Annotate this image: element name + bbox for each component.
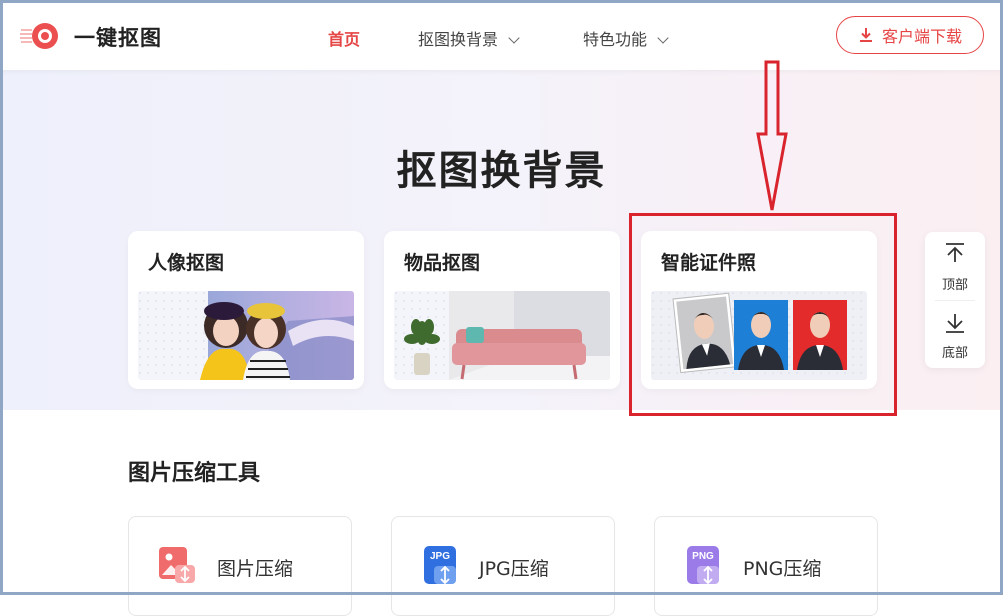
nav-home[interactable]: 首页 bbox=[328, 26, 360, 50]
scroll-bottom-button[interactable]: 底部 bbox=[925, 300, 985, 368]
scroll-top-button[interactable]: 顶部 bbox=[925, 232, 985, 300]
tool-label: 图片压缩 bbox=[217, 558, 294, 580]
tool-card-image-compress[interactable]: 图片压缩 bbox=[128, 516, 352, 616]
card-portrait-cutout[interactable]: 人像抠图 bbox=[128, 231, 364, 389]
card-title: 人像抠图 bbox=[148, 252, 225, 274]
client-download-button[interactable]: 客户端下载 bbox=[836, 16, 984, 54]
page-title: 抠图换背景 bbox=[396, 148, 607, 194]
png-file-icon: PNG bbox=[687, 546, 719, 585]
nav-label: 特色功能 bbox=[583, 30, 648, 49]
chevron-down-icon bbox=[508, 32, 520, 44]
tool-label: JPG压缩 bbox=[479, 558, 549, 580]
jpg-file-icon: JPG bbox=[424, 546, 456, 585]
nav-cutout-background[interactable]: 抠图换背景 bbox=[418, 26, 520, 50]
card-title: 物品抠图 bbox=[404, 252, 481, 274]
nav-special-features[interactable]: 特色功能 bbox=[583, 26, 669, 50]
scroll-bottom-label: 底部 bbox=[941, 346, 968, 361]
download-label: 客户端下载 bbox=[881, 27, 962, 46]
jpg-icon-text: JPG bbox=[430, 551, 450, 562]
section-title: 图片压缩工具 bbox=[128, 461, 261, 486]
arrow-up-icon bbox=[946, 243, 964, 262]
png-icon-text: PNG bbox=[692, 551, 714, 562]
tool-card-png-compress[interactable]: PNG PNG压缩 bbox=[654, 516, 878, 616]
top-header: 一键抠图 首页 抠图换背景 特色功能 客户端下载 bbox=[0, 0, 1003, 70]
sofa-sample-image bbox=[394, 291, 610, 380]
download-icon bbox=[859, 28, 872, 42]
annotation-arrow-down-icon bbox=[756, 60, 788, 211]
tool-card-jpg-compress[interactable]: JPG JPG压缩 bbox=[391, 516, 615, 616]
scroll-top-label: 顶部 bbox=[941, 278, 968, 293]
tool-label: PNG压缩 bbox=[743, 558, 822, 580]
scroll-shortcut-panel: 顶部 底部 bbox=[925, 232, 985, 368]
brand-name[interactable]: 一键抠图 bbox=[74, 22, 162, 52]
arrow-down-icon bbox=[946, 314, 964, 333]
chevron-down-icon bbox=[657, 32, 669, 44]
card-object-cutout[interactable]: 物品抠图 bbox=[384, 231, 620, 389]
nav-label: 抠图换背景 bbox=[418, 30, 499, 49]
logo-icon[interactable] bbox=[20, 22, 60, 50]
annotation-highlight-box bbox=[629, 213, 897, 416]
portrait-sample-image bbox=[138, 291, 354, 380]
image-compress-icon bbox=[159, 547, 195, 583]
